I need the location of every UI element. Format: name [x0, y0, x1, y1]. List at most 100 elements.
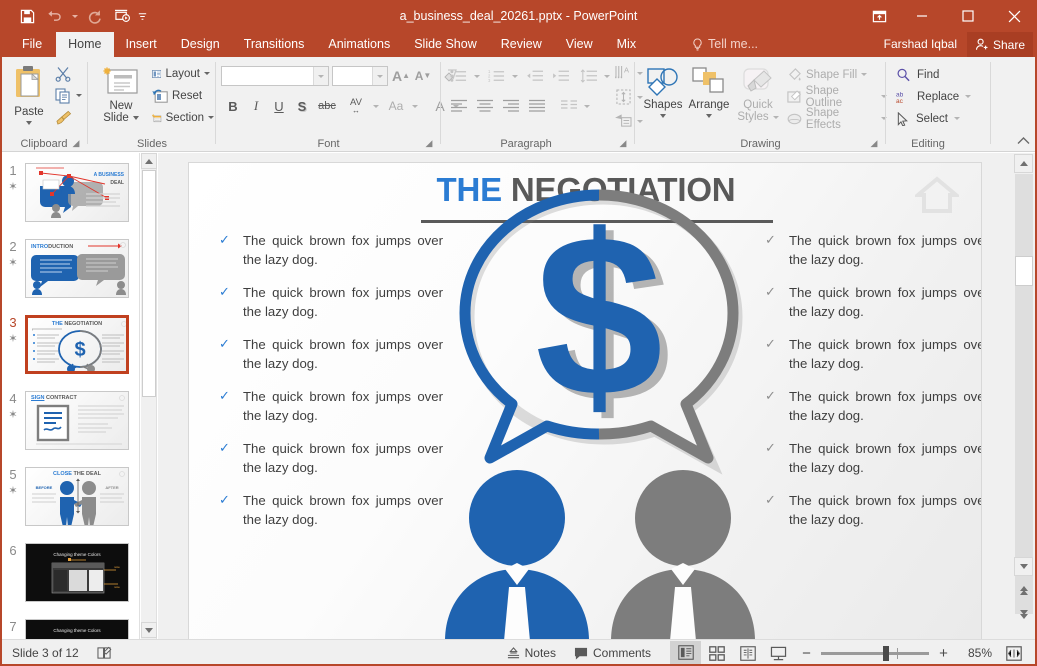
tab-mix[interactable]: Mix: [605, 32, 648, 57]
thumbnail-row-3[interactable]: 3 ✶ THE NEGOTIATION: [0, 315, 140, 377]
clipboard-dialog-launcher[interactable]: ◢: [70, 137, 82, 149]
tell-me-box[interactable]: Tell me...: [684, 32, 766, 57]
copy-button[interactable]: [52, 85, 74, 106]
shape-effects-button[interactable]: Shape Effects: [785, 108, 887, 129]
previous-slide-button[interactable]: [1014, 581, 1033, 600]
numbering-chevron-down-icon[interactable]: [509, 65, 520, 87]
tab-animations[interactable]: Animations: [316, 32, 402, 57]
maximize-button[interactable]: [945, 0, 991, 32]
find-button[interactable]: Find: [894, 64, 972, 85]
line-spacing-button[interactable]: [577, 65, 601, 87]
ribbon-display-options-button[interactable]: [859, 0, 899, 32]
columns-button[interactable]: [557, 95, 581, 117]
thumbnail-slide-5[interactable]: CLOSE THE DEAL: [25, 467, 129, 526]
next-slide-button[interactable]: [1014, 605, 1033, 624]
bullets-chevron-down-icon[interactable]: [471, 65, 482, 87]
proofing-icon[interactable]: [88, 640, 121, 666]
text-shadow-button[interactable]: S: [291, 95, 313, 117]
slide-scroll-thumb[interactable]: [1015, 256, 1033, 286]
line-spacing-chevron-down-icon[interactable]: [601, 65, 612, 87]
share-button[interactable]: Share: [967, 32, 1033, 57]
bullets-button[interactable]: [447, 65, 471, 87]
thumbnail-slide-4[interactable]: SIGN CONTRACT: [25, 391, 129, 450]
zoom-slider[interactable]: [821, 652, 929, 655]
list-item[interactable]: ✓ The quick brown fox jumps over the laz…: [757, 283, 982, 321]
thumbnail-row-6[interactable]: 6 Changing theme Colors note: [0, 543, 140, 605]
thumbnail-row-1[interactable]: 1 ✶ A BUSINESS DEAL: [0, 163, 140, 225]
quick-styles-button[interactable]: Quick Styles: [733, 63, 783, 135]
list-item[interactable]: ✓ The quick brown fox jumps over the laz…: [211, 283, 443, 321]
comments-button[interactable]: Comments: [565, 640, 660, 666]
columns-chevron-down-icon[interactable]: [581, 95, 592, 117]
shapes-button[interactable]: Shapes: [641, 63, 685, 135]
paste-button[interactable]: Paste: [8, 63, 50, 131]
align-right-button[interactable]: [499, 95, 523, 117]
collapse-ribbon-button[interactable]: [1013, 131, 1033, 149]
slide-scroll-track[interactable]: [1015, 174, 1033, 614]
bold-button[interactable]: B: [222, 95, 244, 117]
font-name-chevron-down-icon[interactable]: [313, 67, 328, 85]
replace-button[interactable]: abac Replace: [894, 86, 972, 107]
slide-scroll-down-button[interactable]: [1014, 557, 1033, 576]
center-button[interactable]: [473, 95, 497, 117]
normal-view-button[interactable]: [670, 641, 701, 666]
thumbnail-slide-3[interactable]: THE NEGOTIATION: [25, 315, 129, 374]
copy-chevron-down-icon[interactable]: [73, 85, 84, 106]
list-item[interactable]: ✓ The quick brown fox jumps over the laz…: [211, 231, 443, 269]
shape-outline-button[interactable]: Shape Outline: [785, 86, 887, 107]
slide-pane-scrollbar[interactable]: [1010, 153, 1037, 639]
customize-qat-button[interactable]: [136, 3, 149, 29]
zoom-in-button[interactable]: +: [937, 645, 950, 662]
tab-insert[interactable]: Insert: [114, 32, 169, 57]
tab-view[interactable]: View: [554, 32, 605, 57]
undo-button[interactable]: [41, 3, 67, 29]
current-slide[interactable]: THE NEGOTIATION ✓ The quick brown fox ju…: [188, 162, 982, 639]
list-item[interactable]: ✓ The quick brown fox jumps over the laz…: [211, 439, 443, 477]
shape-fill-button[interactable]: Shape Fill: [785, 64, 879, 85]
tab-design[interactable]: Design: [169, 32, 232, 57]
tab-review[interactable]: Review: [489, 32, 554, 57]
thumbnail-scroll-thumb[interactable]: [142, 170, 156, 397]
list-item[interactable]: ✓ The quick brown fox jumps over the laz…: [211, 387, 443, 425]
paragraph-dialog-launcher[interactable]: ◢: [617, 137, 629, 149]
increase-indent-button[interactable]: [549, 65, 573, 87]
notes-button[interactable]: Notes: [498, 640, 565, 666]
font-name-combo[interactable]: [221, 66, 329, 86]
start-presentation-button[interactable]: [109, 3, 135, 29]
tab-file[interactable]: File: [8, 32, 56, 57]
format-painter-button[interactable]: [52, 107, 76, 129]
new-slide-button[interactable]: New Slide: [96, 63, 146, 135]
decrease-font-size-button[interactable]: A▼: [412, 65, 434, 86]
character-spacing-chevron-down-icon[interactable]: [370, 95, 381, 117]
zoom-control[interactable]: − + 85%: [794, 645, 998, 662]
justify-button[interactable]: [525, 95, 549, 117]
thumbnail-pane-scrollbar[interactable]: [141, 153, 157, 639]
decrease-indent-button[interactable]: [523, 65, 547, 87]
cut-button[interactable]: [52, 63, 74, 84]
increase-font-size-button[interactable]: A▲: [390, 65, 412, 86]
thumbnail-slide-1[interactable]: A BUSINESS DEAL: [25, 163, 129, 222]
change-case-button[interactable]: Aa: [383, 95, 409, 117]
section-button[interactable]: Section: [150, 107, 214, 128]
select-button[interactable]: Select: [894, 108, 972, 129]
slide-editing-pane[interactable]: THE NEGOTIATION ✓ The quick brown fox ju…: [158, 153, 1010, 639]
thumbnail-row-4[interactable]: 4 ✶ SIGN CONTRACT: [0, 391, 140, 453]
zoom-out-button[interactable]: −: [800, 645, 813, 662]
thumbnail-slide-2[interactable]: INTRODUCTION: [25, 239, 129, 298]
strikethrough-button[interactable]: abc: [314, 95, 340, 117]
italic-button[interactable]: I: [245, 95, 267, 117]
numbering-button[interactable]: 123: [485, 65, 509, 87]
tab-slide-show[interactable]: Slide Show: [402, 32, 489, 57]
align-left-button[interactable]: [447, 95, 471, 117]
list-item[interactable]: ✓ The quick brown fox jumps over the laz…: [757, 231, 982, 269]
list-item[interactable]: ✓ The quick brown fox jumps over the laz…: [757, 439, 982, 477]
underline-button[interactable]: U: [268, 95, 290, 117]
font-dialog-launcher[interactable]: ◢: [423, 137, 435, 149]
slide-thumbnail-pane[interactable]: 1 ✶ A BUSINESS DEAL: [0, 153, 140, 639]
save-button[interactable]: [14, 3, 40, 29]
convert-to-smartart-button[interactable]: [613, 110, 635, 132]
slide-show-button[interactable]: [763, 641, 794, 666]
drawing-dialog-launcher[interactable]: ◢: [868, 137, 880, 149]
thumbnail-row-7[interactable]: 7 Changing theme Colors: [0, 619, 140, 639]
account-name[interactable]: Farshad Iqbal: [878, 32, 963, 57]
